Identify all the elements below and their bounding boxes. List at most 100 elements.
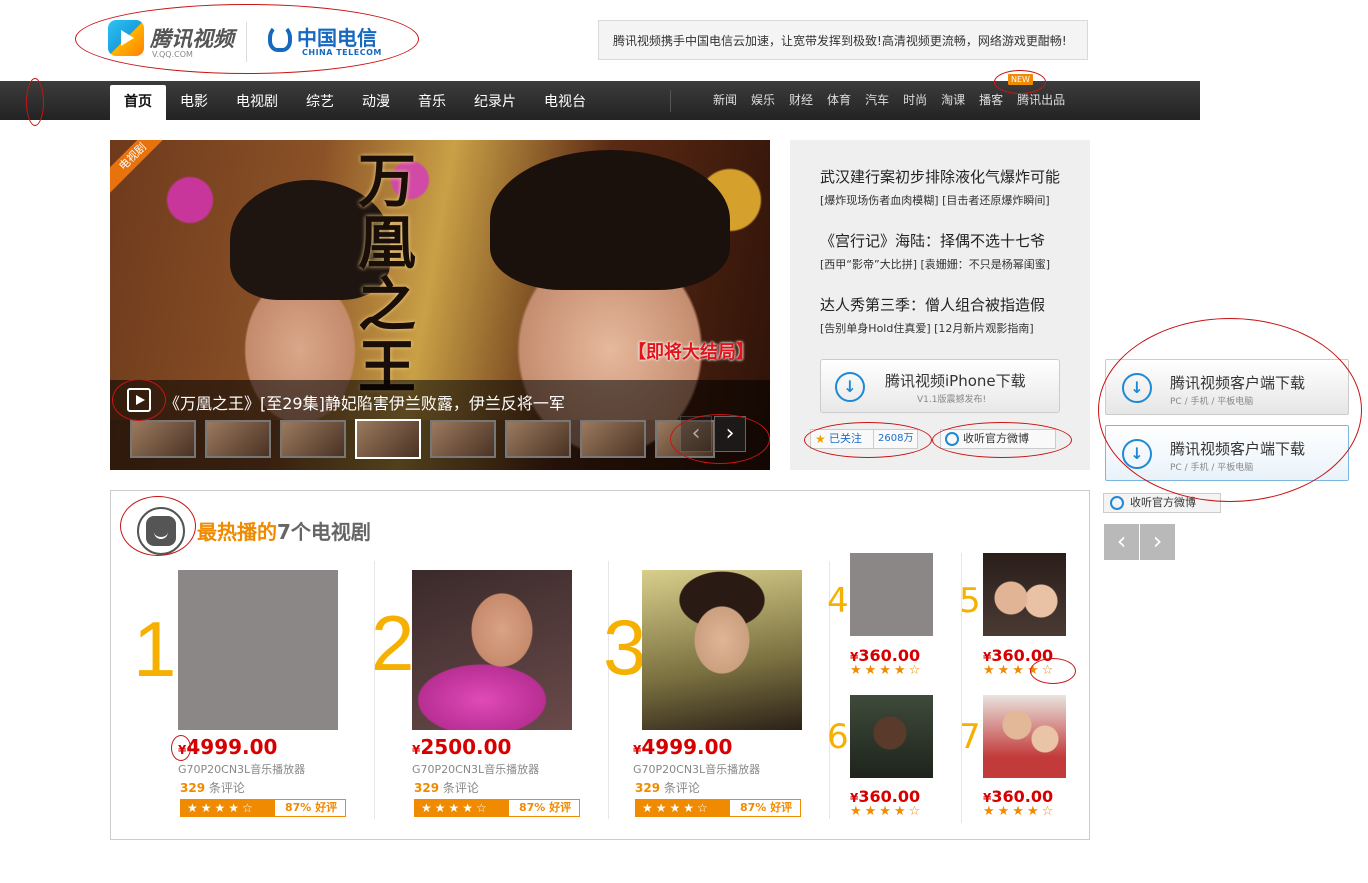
drama-poster[interactable] xyxy=(850,695,933,778)
rating-bar: ★★★★☆ 87% 好评 xyxy=(414,799,580,817)
thumbnail[interactable] xyxy=(280,420,346,458)
nav-item-tv-drama[interactable]: 电视剧 xyxy=(222,85,292,120)
nav-sub-auto[interactable]: 汽车 xyxy=(858,81,896,120)
nav-sub-sports[interactable]: 体育 xyxy=(820,81,858,120)
nav-sub-tencent-original[interactable]: 腾讯出品 xyxy=(1010,81,1072,120)
china-telecom-icon xyxy=(268,24,292,52)
nav-sub-fashion[interactable]: 时尚 xyxy=(896,81,934,120)
star-rating: ★★★★☆ xyxy=(983,663,1057,678)
news-headline[interactable]: 达人秀第三季：僧人组合被指造假 xyxy=(820,294,1090,315)
news-headline[interactable]: 《宫行记》海陆：择偶不选十七爷 xyxy=(820,230,1090,251)
finale-label: 【即将大结局】 xyxy=(628,342,754,363)
comment-label: 条评论 xyxy=(663,781,700,795)
news-item: 达人秀第三季：僧人组合被指造假 [告别单身Hold住真爱] [12月新片观影指南… xyxy=(820,294,1090,336)
good-rate-value: 87% xyxy=(285,801,312,814)
iphone-download-button[interactable]: ↓ 腾讯视频iPhone下载 V1.1版震撼发布! xyxy=(820,359,1060,413)
rank-number: 5 xyxy=(959,581,981,621)
news-sublinks[interactable]: [西甲“影帝”大比拼] [袁姗姗：不只是杨幂闺蜜] xyxy=(820,256,1090,272)
comment-number: 329 xyxy=(635,781,661,795)
price: ¥2500.00 xyxy=(412,735,511,759)
side-next-button[interactable]: › xyxy=(1140,524,1175,560)
thumbnail-active[interactable] xyxy=(355,419,421,459)
main-nav: 首页 电影 电视剧 综艺 动漫 音乐 纪录片 电视台 新闻 娱乐 财经 体育 汽… xyxy=(0,81,1200,121)
nav-sub-entertainment[interactable]: 娱乐 xyxy=(744,81,782,120)
drama-poster[interactable] xyxy=(983,553,1066,636)
column-divider xyxy=(961,553,962,823)
follow-label: 已关注 xyxy=(829,432,862,445)
section-title-highlight: 最热播的 xyxy=(197,520,277,544)
comment-count[interactable]: 329 条评论 xyxy=(635,779,700,796)
play-icon[interactable] xyxy=(127,388,151,412)
banner-prev-button[interactable]: ‹ xyxy=(680,416,712,452)
nav-item-variety[interactable]: 综艺 xyxy=(292,85,348,120)
china-telecom-cn: 中国电信 xyxy=(297,26,377,50)
drama-poster[interactable] xyxy=(642,570,802,730)
weibo-follow-button[interactable]: 收听官方微博 xyxy=(940,429,1056,449)
side-weibo-button[interactable]: 收听官方微博 xyxy=(1103,493,1221,513)
comment-count[interactable]: 329 条评论 xyxy=(414,779,479,796)
good-rate-value: 87% xyxy=(519,801,546,814)
good-rate: 87% 好评 xyxy=(519,800,571,816)
nav-item-documentary[interactable]: 纪录片 xyxy=(460,85,530,120)
featured-banner[interactable]: 万凰之王 电视剧 【即将大结局】 《万凰之王》[至29集]静妃陷害伊兰败露，伊兰… xyxy=(110,140,770,470)
star-rating: ★★★★☆ xyxy=(983,804,1057,819)
banner-caption[interactable]: 《万凰之王》[至29集]静妃陷害伊兰败露，伊兰反将一军 xyxy=(164,390,565,414)
rank-number: 2 xyxy=(371,599,415,687)
client-download-button[interactable]: ↓ 腾讯视频客户端下载 PC / 手机 / 平板电脑 xyxy=(1105,359,1349,415)
download-icon: ↓ xyxy=(1122,373,1152,403)
rating-bar: ★★★★☆ 87% 好评 xyxy=(635,799,801,817)
drama-poster[interactable] xyxy=(178,570,338,730)
thumbnail[interactable] xyxy=(130,420,196,458)
side-prev-button[interactable]: ‹ xyxy=(1104,524,1139,560)
good-rate-label: 好评 xyxy=(770,801,793,814)
comment-number: 329 xyxy=(180,781,206,795)
good-rate-label: 好评 xyxy=(315,801,338,814)
banner-figure-right xyxy=(490,150,730,290)
logo-divider xyxy=(246,22,247,62)
nav-item-music[interactable]: 音乐 xyxy=(404,85,460,120)
nav-sub-courses[interactable]: 淘课 xyxy=(934,81,972,120)
drama-description[interactable]: G70P20CN3L音乐播放器 xyxy=(178,761,305,777)
banner-caption-bar: 《万凰之王》[至29集]静妃陷害伊兰败露，伊兰反将一军 xyxy=(110,380,770,420)
drama-description[interactable]: G70P20CN3L音乐播放器 xyxy=(633,761,760,777)
thumbnail[interactable] xyxy=(505,420,571,458)
rank-number: 6 xyxy=(827,717,849,757)
site-header: 腾讯视频 V.QQ.COM 中国电信 CHINA TELECOM 腾讯视频携手中… xyxy=(0,0,1368,80)
price-value: 2500.00 xyxy=(420,735,512,759)
thumbnail[interactable] xyxy=(430,420,496,458)
rating-bar: ★★★★☆ 87% 好评 xyxy=(180,799,346,817)
banner-next-button[interactable]: › xyxy=(714,416,746,452)
nav-sub-finance[interactable]: 财经 xyxy=(782,81,820,120)
client-download-button-hover[interactable]: ↓ 腾讯视频客户端下载 PC / 手机 / 平板电脑 xyxy=(1105,425,1349,481)
download-version: V1.1版震撼发布! xyxy=(917,395,987,405)
drama-description[interactable]: G70P20CN3L音乐播放器 xyxy=(412,761,539,777)
drama-poster[interactable] xyxy=(850,553,933,636)
follow-button[interactable]: ★ 已关注 2608万 xyxy=(810,429,918,449)
nav-item-movie[interactable]: 电影 xyxy=(166,85,222,120)
tencent-video-logo-text: 腾讯视频 xyxy=(150,27,234,51)
nav-sub-podcast[interactable]: 播客 xyxy=(972,81,1010,120)
nav-item-home[interactable]: 首页 xyxy=(110,85,166,121)
good-rate-label: 好评 xyxy=(549,801,572,814)
new-badge: NEW xyxy=(1008,74,1033,85)
news-headline[interactable]: 武汉建行案初步排除液化气爆炸可能 xyxy=(820,166,1090,187)
thumbnail[interactable] xyxy=(205,420,271,458)
news-item: 《宫行记》海陆：择偶不选十七爷 [西甲“影帝”大比拼] [袁姗姗：不只是杨幂闺蜜… xyxy=(820,230,1090,272)
client-download-platforms: PC / 手机 / 平板电脑 xyxy=(1170,397,1254,407)
nav-item-anime[interactable]: 动漫 xyxy=(348,85,404,120)
china-telecom-logo[interactable]: 中国电信 CHINA TELECOM xyxy=(262,16,392,64)
comment-count[interactable]: 329 条评论 xyxy=(180,779,245,796)
nav-sub-news[interactable]: 新闻 xyxy=(706,81,744,120)
drama-poster[interactable] xyxy=(983,695,1066,778)
thumbnail[interactable] xyxy=(580,420,646,458)
china-telecom-en: CHINA TELECOM xyxy=(302,48,382,57)
news-item: 武汉建行案初步排除液化气爆炸可能 [爆炸现场伤者血肉模糊] [目击者还原爆炸瞬间… xyxy=(820,166,1090,208)
drama-poster[interactable] xyxy=(412,570,572,730)
nav-item-tv-station[interactable]: 电视台 xyxy=(530,85,600,120)
price: ¥4999.00 xyxy=(633,735,732,759)
news-sublinks[interactable]: [爆炸现场伤者血肉模糊] [目击者还原爆炸瞬间] xyxy=(820,192,1090,208)
news-sublinks[interactable]: [告别单身Hold住真爱] [12月新片观影指南] xyxy=(820,320,1090,336)
promo-notice: 腾讯视频携手中国电信云加速，让宽带发挥到极致!高清视频更流畅，网络游戏更酣畅! xyxy=(598,20,1088,60)
weibo-icon xyxy=(1110,496,1124,510)
star-rating: ★★★★☆ xyxy=(181,800,275,816)
